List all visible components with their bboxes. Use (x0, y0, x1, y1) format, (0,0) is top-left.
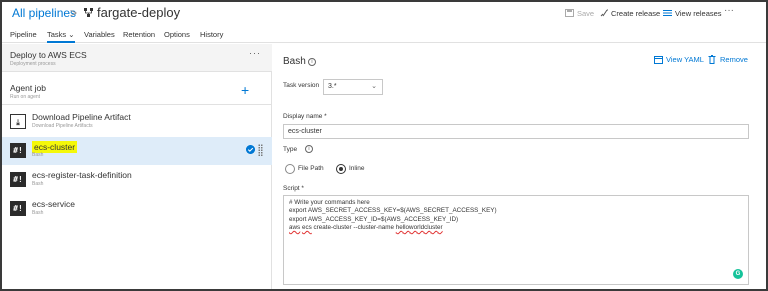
chevron-down-icon: ⌄ (371, 83, 377, 90)
more-actions-button[interactable]: ··· (724, 5, 734, 16)
save-icon (565, 9, 574, 17)
display-name-input[interactable]: ecs-cluster (283, 124, 749, 139)
script-line: aws ecs create-cluster --cluster-name he… (289, 224, 743, 232)
view-releases-button[interactable]: View releases (675, 9, 722, 18)
view-yaml-link[interactable]: View YAML (666, 55, 704, 64)
tab-history[interactable]: History (200, 30, 223, 39)
remove-link[interactable]: Remove (720, 55, 748, 64)
task-download-pipeline-artifact[interactable]: ⤓ Download Pipeline Artifact Download Pi… (2, 108, 272, 136)
tab-retention[interactable]: Retention (123, 30, 155, 39)
type-label: Type (283, 146, 298, 153)
bash-icon: #! (10, 172, 26, 187)
drag-handle-icon[interactable] (258, 144, 263, 156)
task-details-panel: Bash i View YAML Remove Task version 3.*… (273, 44, 766, 289)
tab-tasks[interactable]: Tasks ⌄ (47, 30, 75, 43)
create-release-button[interactable]: Create release (611, 9, 660, 18)
list-icon (663, 10, 672, 16)
agent-job-subtitle: Run on agent (10, 94, 41, 100)
radio-file-path-label: File Path (298, 165, 324, 172)
download-icon: ⤓ (10, 114, 26, 129)
info-icon[interactable]: i (308, 58, 316, 66)
task-title: ecs-service (32, 199, 75, 209)
bash-icon: #! (10, 143, 26, 158)
tab-pipeline[interactable]: Pipeline (10, 30, 37, 39)
script-line: # Write your commands here (289, 199, 370, 206)
task-version-value: 3.* (328, 83, 337, 90)
panel-title: Bash (283, 56, 306, 67)
script-editor[interactable]: # Write your commands here export AWS_SE… (283, 195, 749, 285)
display-name-label: Display name * (283, 113, 327, 120)
stage-header[interactable]: Deploy to AWS ECS Deployment process ··· (2, 44, 272, 72)
rocket-icon (600, 9, 608, 17)
info-icon[interactable]: i (305, 145, 313, 153)
tab-bar: Pipeline Tasks ⌄ Variables Retention Opt… (2, 27, 766, 43)
pipeline-icon (84, 8, 93, 17)
task-subtitle: Download Pipeline Artifacts (32, 123, 93, 129)
radio-inline-label: Inline (349, 165, 365, 172)
save-button[interactable]: Save (577, 9, 594, 18)
add-task-button[interactable]: + (241, 82, 249, 98)
trash-icon (708, 55, 716, 64)
task-list-panel: Deploy to AWS ECS Deployment process ···… (2, 44, 272, 289)
view-yaml-icon (654, 56, 663, 64)
tab-options[interactable]: Options (164, 30, 190, 39)
spell-error-cluster-name: helloworldcluster (395, 223, 443, 231)
pipeline-title: fargate-deploy (97, 5, 181, 20)
spell-error-aws: aws (289, 223, 301, 231)
script-segment: create-cluster --cluster-name (311, 223, 396, 231)
header: All pipelines > fargate-deploy Save Crea… (2, 2, 766, 26)
stage-more-button[interactable]: ··· (249, 48, 261, 58)
grammarly-icon[interactable]: G (733, 269, 743, 279)
task-version-label: Task version (283, 82, 320, 89)
task-subtitle: Bash (32, 181, 44, 187)
checkmark-icon (246, 145, 255, 154)
radio-file-path[interactable] (285, 164, 295, 174)
stage-subtitle: Deployment process (10, 61, 56, 67)
task-title: ecs-register-task-definition (32, 170, 132, 180)
bash-icon: #! (10, 201, 26, 216)
breadcrumb-separator: > (70, 6, 78, 20)
script-line: export AWS_SECRET_ACCESS_KEY=$(AWS_SECRE… (289, 207, 497, 215)
spell-error-ecs: ecs (301, 223, 312, 231)
agent-job[interactable]: Agent job Run on agent + (2, 77, 272, 105)
task-ecs-service[interactable]: #! ecs-service Bash (2, 195, 272, 223)
task-version-select[interactable]: 3.* ⌄ (323, 79, 383, 95)
tab-variables[interactable]: Variables (84, 30, 115, 39)
task-title: Download Pipeline Artifact (32, 112, 131, 122)
script-line: export AWS_ACCESS_KEY_ID=$(AWS_ACCESS_KE… (289, 215, 459, 223)
task-subtitle: Bash (32, 210, 44, 216)
task-ecs-register-task-definition[interactable]: #! ecs-register-task-definition Bash (2, 166, 272, 194)
breadcrumb-all-pipelines[interactable]: All pipelines (12, 6, 76, 20)
radio-inline[interactable] (336, 164, 346, 174)
script-label: Script * (283, 185, 304, 192)
task-ecs-cluster[interactable]: #! ecs-cluster Bash (2, 137, 272, 165)
task-subtitle: Bash (32, 152, 44, 158)
stage-title: Deploy to AWS ECS (10, 50, 87, 60)
agent-job-title: Agent job (10, 83, 46, 93)
